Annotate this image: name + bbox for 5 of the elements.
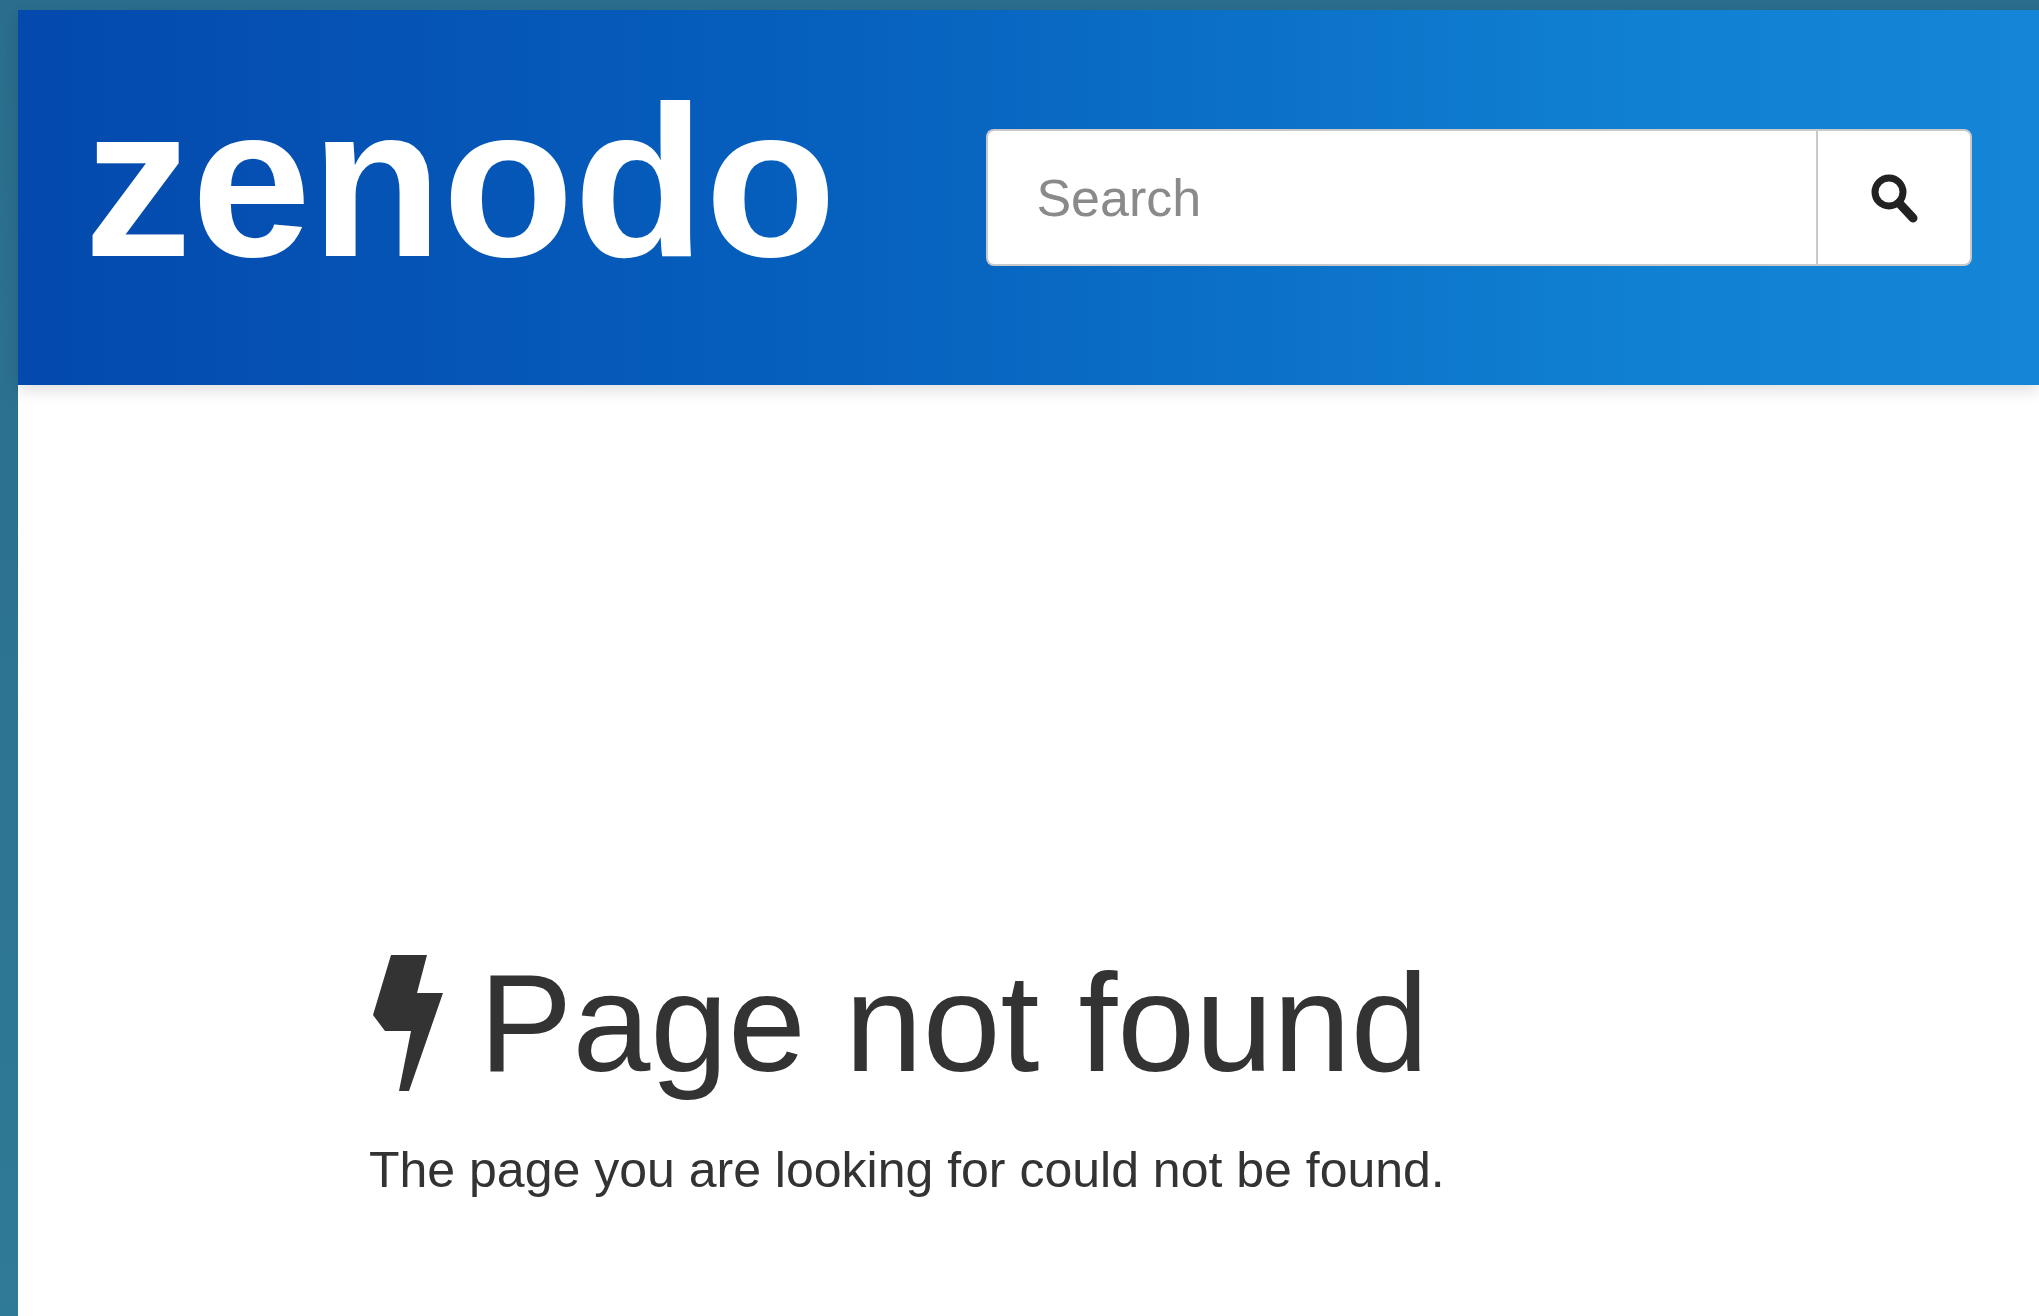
search-field[interactable]: Search [986, 129, 1817, 266]
zenodo-logo[interactable]: zenodo [84, 64, 837, 301]
search-button[interactable] [1816, 129, 1973, 266]
error-message: The page you are looking for could not be found. [369, 1141, 1446, 1200]
page-title: Page not found [479, 943, 1429, 1103]
